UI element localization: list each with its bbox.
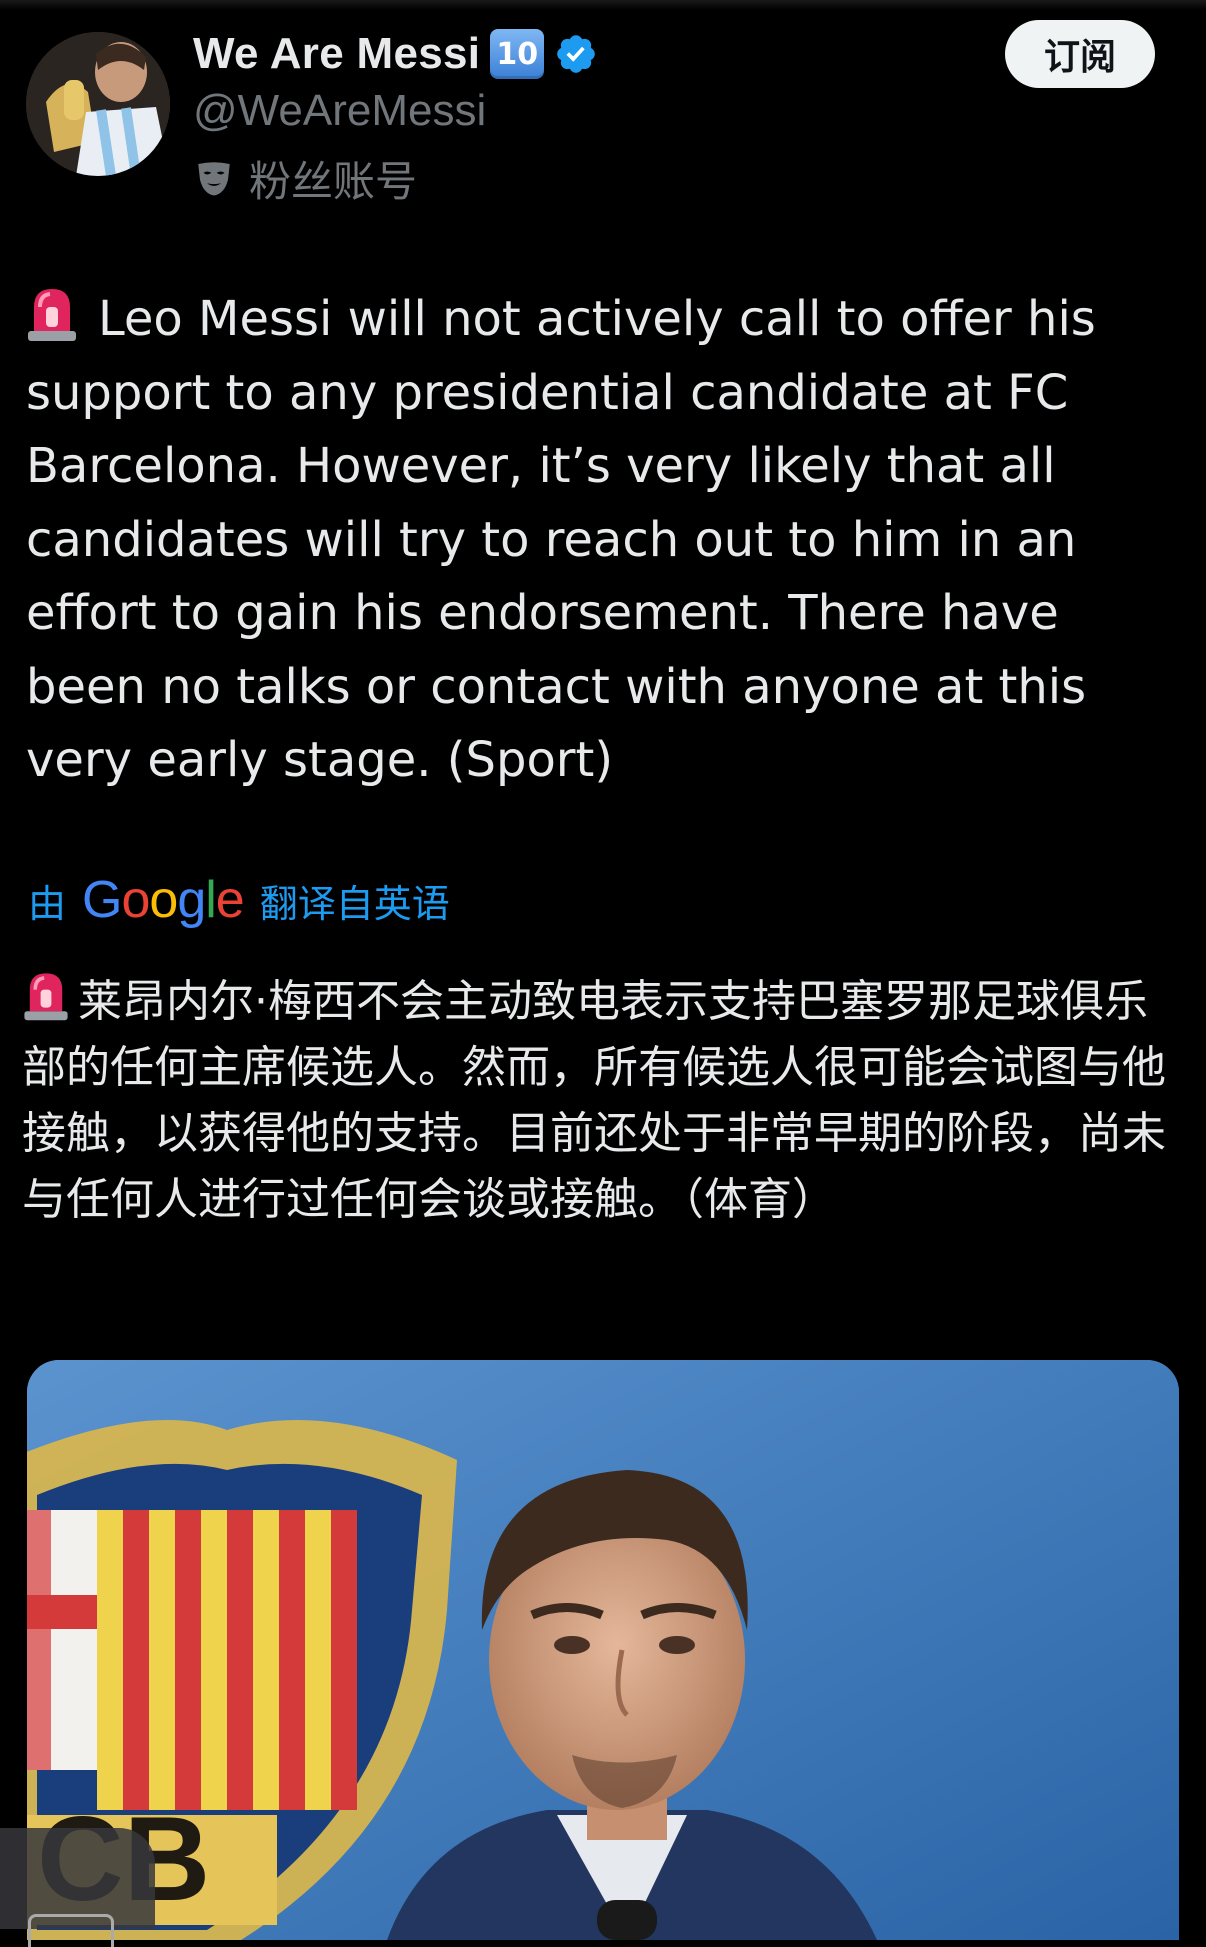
tweet-header: We Are Messi 10 @WeAreMessi 粉丝账号 订阅 [0,0,1206,230]
overlay-handle-icon [28,1914,114,1947]
translation-prefix: 由 [28,881,67,926]
translation-suffix: 翻译自英语 [259,881,450,926]
fan-account-label-row: 粉丝账号 [193,150,417,206]
tweet-media-image[interactable]: CB [27,1360,1179,1940]
photo-barcelona-crest-messi-icon: CB [27,1360,1179,1940]
display-name-row: We Are Messi 10 [193,24,598,84]
translated-tweet-body: 莱昂内尔·梅西不会主动致电表示支持巴塞罗那足球俱乐部的任何主席候选人。然而，所有… [22,968,1182,1233]
avatar-photo-icon [26,32,170,176]
mask-icon [198,162,230,196]
subscribe-button[interactable]: 订阅 [1005,20,1155,88]
handle[interactable]: @WeAreMessi [193,86,486,136]
siren-icon [28,289,76,341]
translated-text: 莱昂内尔·梅西不会主动致电表示支持巴塞罗那足球俱乐部的任何主席候选人。然而，所有… [22,976,1166,1225]
avatar[interactable] [26,32,170,176]
google-logo-icon: Google [82,871,245,929]
tweet-body: Leo Messi will not actively call to offe… [26,283,1176,798]
keycap-10-icon: 10 [490,29,545,79]
verified-check-icon [557,35,596,73]
tweet-text: Leo Messi will not actively call to offe… [26,291,1112,788]
translation-attribution[interactable]: 由 Google 翻译自英语 [28,870,450,930]
display-name[interactable]: We Are Messi [193,29,480,79]
floating-overlay-tab[interactable] [0,1828,155,1947]
fan-account-label: 粉丝账号 [249,156,418,206]
siren-icon [24,973,68,1021]
